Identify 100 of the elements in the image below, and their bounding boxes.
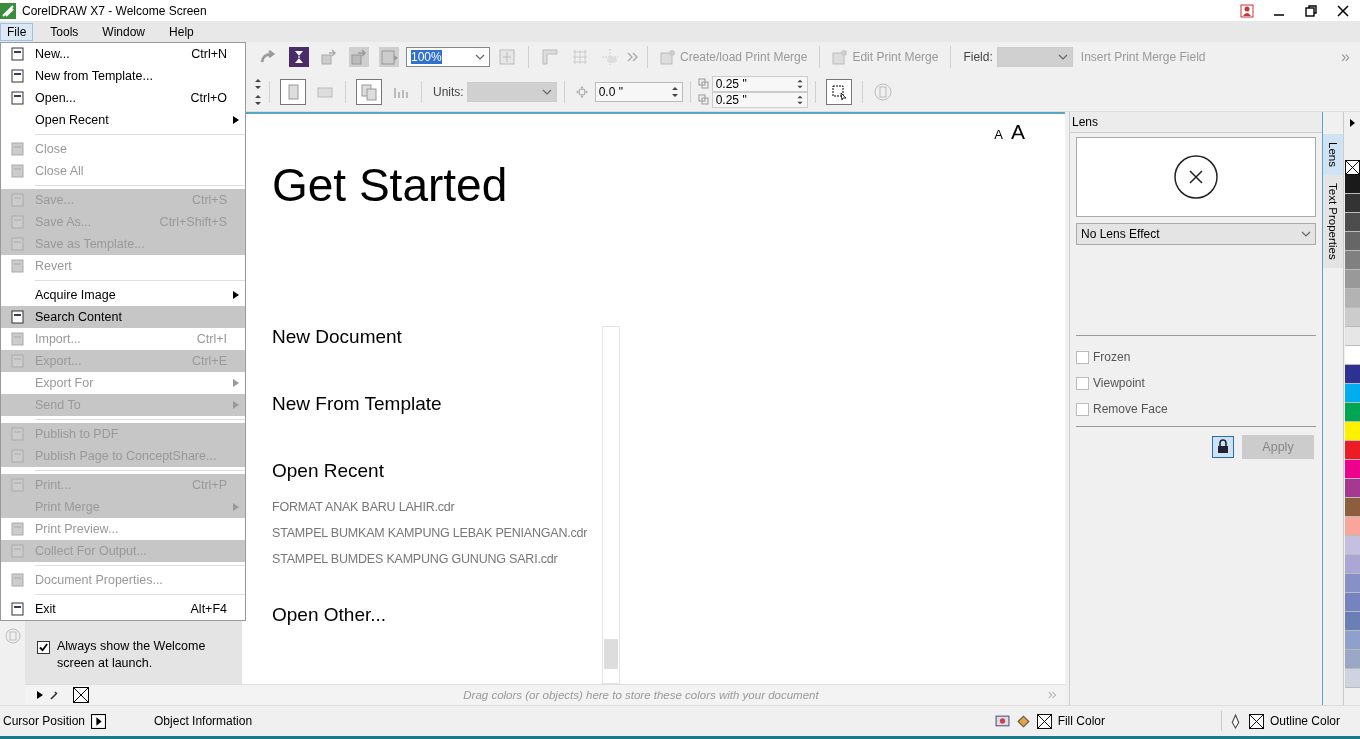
color-swatch[interactable] [1344,232,1360,251]
color-swatch[interactable] [1344,213,1360,232]
export-icon[interactable] [349,47,369,67]
color-swatch[interactable] [1344,422,1360,441]
import-icon[interactable] [319,47,339,67]
menu-item[interactable]: Acquire Image [1,284,245,306]
checkbox[interactable] [1076,402,1089,416]
color-swatch[interactable] [1344,289,1360,308]
color-swatch[interactable] [1344,498,1360,517]
submenu-arrow-icon [233,401,239,409]
menu-item[interactable]: Exit Alt+F4 [1,598,245,620]
spin-arrows-icon[interactable] [254,92,262,107]
spin-arrows-icon[interactable] [254,76,262,91]
checkbox-label[interactable]: Remove Face [1093,402,1168,416]
lock-icon[interactable] [1212,436,1234,458]
color-swatch[interactable] [1344,555,1360,574]
scrollbar[interactable] [602,326,620,684]
units-label: Units: [433,84,464,99]
double-chevron-icon[interactable] [1048,691,1057,699]
docker-tab[interactable]: Lens [1323,134,1343,175]
color-swatch[interactable] [1344,517,1360,536]
user-icon[interactable] [1240,3,1254,18]
play-icon[interactable] [91,713,107,729]
color-swatch[interactable] [1344,270,1360,289]
menu-item[interactable]: File [0,22,34,41]
nudge-icon [574,84,589,99]
color-swatch[interactable] [1344,308,1360,327]
color-swatch[interactable] [1344,479,1360,498]
recent-file-link[interactable]: STAMPEL BUMDES KAMPUNG GUNUNG SARI.cdr [272,552,558,566]
close-icon[interactable] [1336,3,1350,18]
menu-item[interactable]: Help [162,22,201,41]
color-swatch[interactable] [1344,536,1360,555]
color-swatch[interactable] [1344,327,1360,346]
color-swatch[interactable] [1344,251,1360,270]
field-dropdown[interactable] [996,47,1073,67]
duplicate-distance-icon [697,76,710,107]
nudge-field[interactable]: 0.0 " [594,81,683,102]
pdf-icon[interactable] [379,47,399,67]
duplicate-x-field[interactable]: 0.25 " [711,75,808,92]
document-icon [10,572,26,588]
double-chevron-icon[interactable] [627,52,639,62]
play-icon[interactable] [35,690,45,700]
color-swatch[interactable] [1344,346,1360,365]
menu-item[interactable]: New... Ctrl+N [1,43,245,65]
lens-effect-dropdown[interactable]: No Lens Effect [1076,223,1316,245]
welcome-link[interactable]: Open Other... [272,604,387,626]
menu-item[interactable]: Search Content [1,306,245,328]
document-icon [10,141,26,157]
spin-arrows-icon[interactable] [670,84,679,99]
page-circle-icon[interactable] [872,81,893,102]
checkbox-label[interactable]: Frozen [1093,350,1131,364]
recent-file-link[interactable]: STAMPEL BUMKAM KAMPUNG LEBAK PENIANGAN.cdr [272,526,588,540]
color-swatch[interactable] [1344,574,1360,593]
welcome-link[interactable]: New From Template [272,393,442,415]
search-content-icon[interactable] [289,47,309,67]
color-swatch[interactable] [1344,175,1360,194]
no-color-swatch-icon[interactable] [73,687,89,703]
no-color-swatch-icon[interactable] [1344,160,1360,175]
smaller-text-button[interactable]: A [994,127,1003,142]
welcome-link[interactable]: Open Recent [272,460,384,482]
spin-arrows-icon[interactable] [795,93,804,106]
larger-text-button[interactable]: A [1011,120,1025,144]
menu-item[interactable]: Window [95,22,153,41]
color-swatch[interactable] [1344,593,1360,612]
color-swatch[interactable] [1344,650,1360,669]
menu-item[interactable]: Open... Ctrl+O [1,87,245,109]
portrait-page-icon[interactable] [280,78,306,105]
checkbox-label[interactable]: Always show the Welcome screen at launch. [57,638,230,672]
menu-item[interactable]: Tools [43,22,86,41]
submenu-arrow-icon [233,291,239,299]
select-frame-icon[interactable] [825,78,852,105]
color-swatch[interactable] [1344,631,1360,650]
checkbox[interactable] [1076,376,1089,390]
color-swatch[interactable] [1344,669,1360,688]
menu-item[interactable]: Open Recent [1,109,245,131]
monitor-icon[interactable] [994,713,1010,729]
color-swatch[interactable] [1344,441,1360,460]
cursor-position-label: Cursor Position [3,714,86,728]
welcome-link[interactable]: New Document [272,326,402,348]
checkbox[interactable] [37,641,50,654]
checkbox[interactable] [1076,350,1089,364]
color-swatch[interactable] [1344,612,1360,631]
menu-item[interactable]: New from Template... [1,65,245,87]
recent-file-link[interactable]: FORMAT ANAK BARU LAHIR.cdr [272,500,455,514]
window-title: CorelDRAW X7 - Welcome Screen [22,3,207,18]
submenu-arrow-icon [233,503,239,511]
all-pages-icon[interactable] [356,78,382,105]
eyedropper-icon[interactable] [49,690,59,700]
checkbox-label[interactable]: Viewpoint [1093,376,1145,390]
color-swatch[interactable] [1344,403,1360,422]
zoom-level-dropdown[interactable]: 100% [406,47,490,67]
docker-tab[interactable]: Text Properties [1323,174,1343,268]
spin-arrows-icon[interactable] [795,77,804,90]
document-icon [10,331,26,347]
color-swatch[interactable] [1344,194,1360,213]
color-swatch[interactable] [1344,460,1360,479]
restore-icon[interactable] [1304,3,1318,18]
color-swatch[interactable] [1344,384,1360,403]
palette-scroll-icon[interactable] [1347,118,1357,128]
color-swatch[interactable] [1344,365,1360,384]
